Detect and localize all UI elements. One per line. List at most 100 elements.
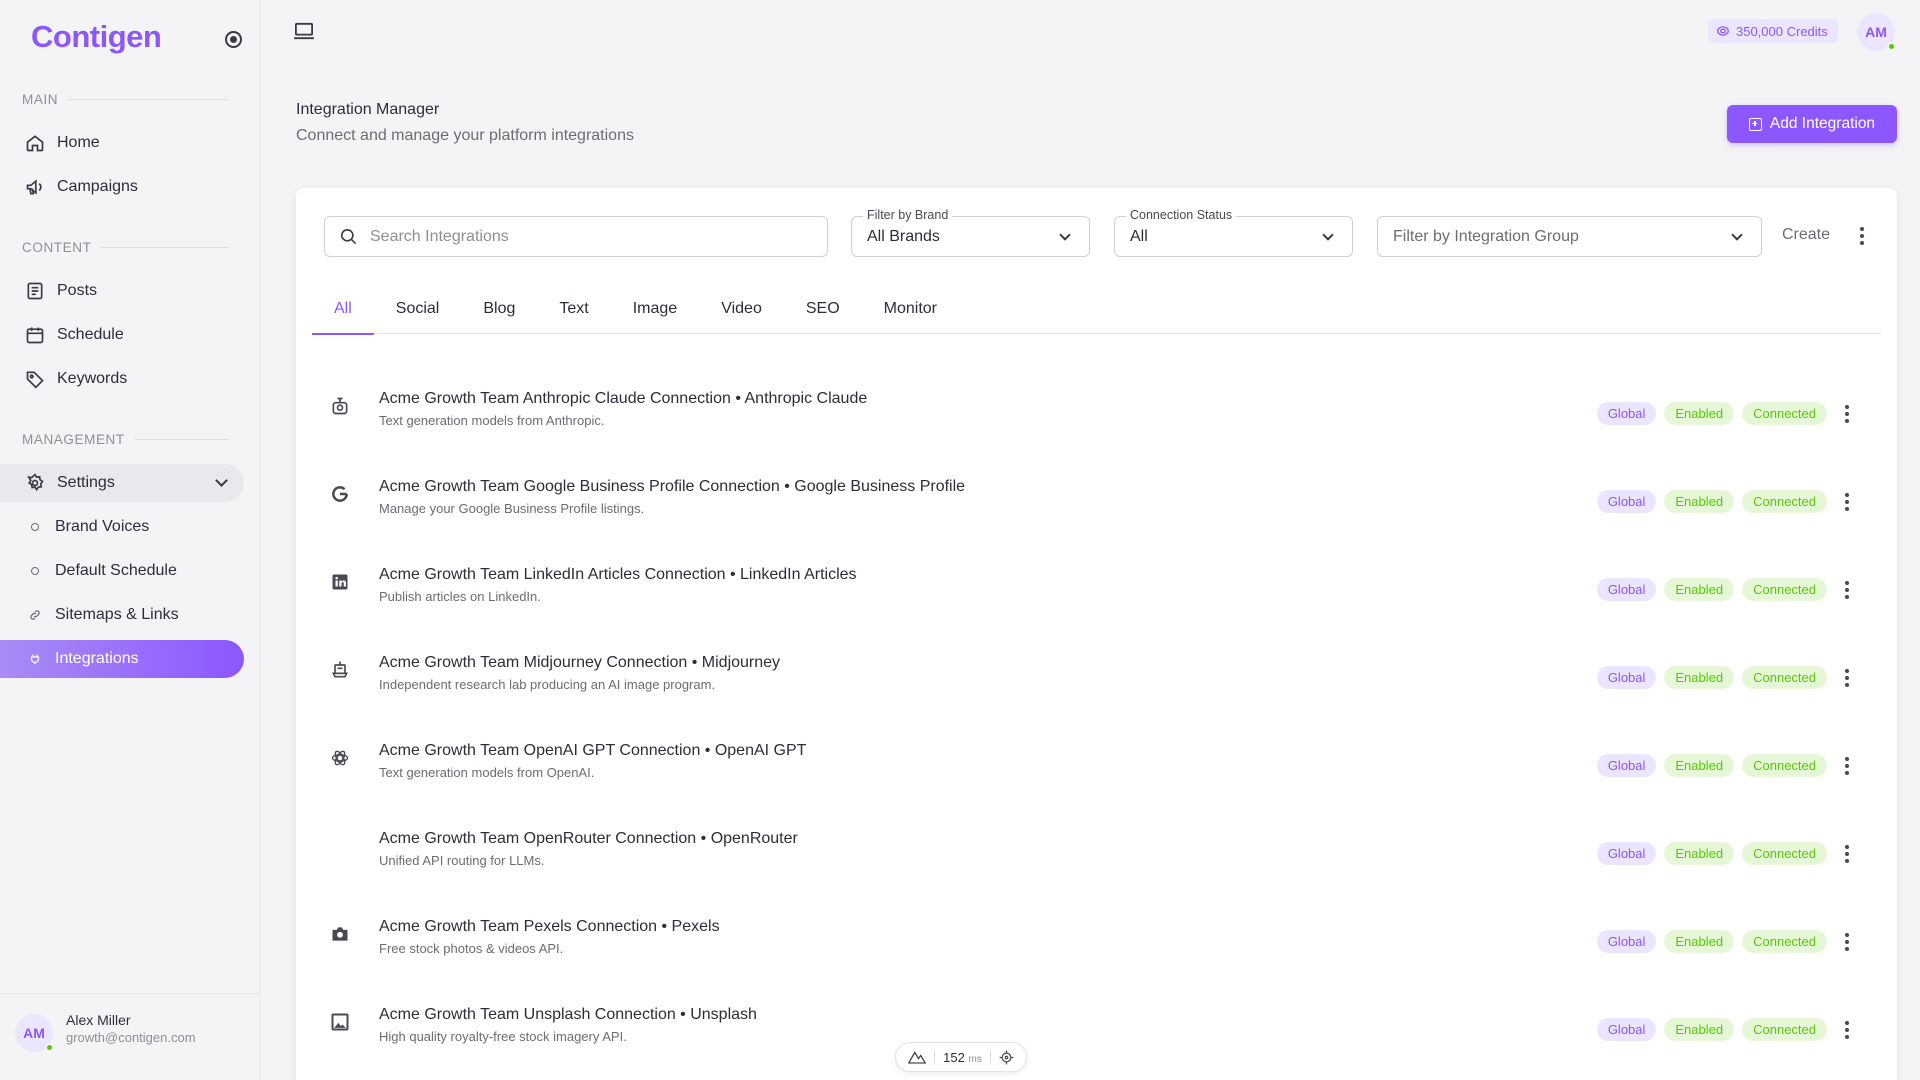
sidebar-item-label: Posts	[57, 282, 98, 299]
online-indicator	[1887, 42, 1896, 51]
avatar[interactable]: AM	[15, 1014, 54, 1052]
sidebar-user[interactable]: AM Alex Miller growth@contigen.com	[0, 993, 260, 1080]
status-badge: Connected	[1742, 1018, 1827, 1041]
integration-row[interactable]: Acme Growth Team OpenAI GPT Connection •…	[296, 724, 1897, 812]
openai-icon	[328, 746, 352, 770]
sidebar-item-home[interactable]: Home	[0, 124, 244, 162]
enabled-badge: Enabled	[1664, 402, 1735, 425]
search-box[interactable]	[324, 216, 828, 257]
integrations-card: Filter by Brand All Brands Connection St…	[296, 188, 1897, 1080]
integration-title: Acme Growth Team OpenAI GPT Connection •…	[379, 742, 807, 759]
more-vertical-icon[interactable]	[1837, 402, 1857, 426]
page-title: Integration Manager	[296, 101, 440, 118]
google-icon	[328, 482, 352, 506]
integration-title: Acme Growth Team Google Business Profile…	[379, 478, 966, 495]
sidebar-item-label: Brand Voices	[55, 518, 150, 535]
more-vertical-icon[interactable]	[1837, 578, 1857, 602]
integration-row[interactable]: Acme Growth Team Google Business Profile…	[296, 460, 1897, 548]
scope-badge: Global	[1596, 402, 1657, 425]
tab-seo[interactable]: SEO	[784, 284, 862, 334]
section-management: MANAGEMENT	[22, 432, 228, 447]
category-tabs: All Social Blog Text Image Video SEO Mon…	[312, 284, 1881, 335]
avatar[interactable]: AM	[1857, 13, 1896, 51]
mountain-icon	[908, 1051, 927, 1064]
home-icon	[24, 132, 46, 154]
integration-description: Unified API routing for LLMs.	[379, 853, 545, 868]
integration-description: Text generation models from OpenAI.	[379, 765, 595, 780]
sidebar-item-settings[interactable]: Settings	[0, 464, 244, 502]
sidebar-item-label: Sitemaps & Links	[55, 606, 179, 623]
status-badge: Connected	[1742, 754, 1827, 777]
sidebar-item-posts[interactable]: Posts	[0, 272, 244, 310]
circle-icon	[28, 564, 42, 578]
brand-logo[interactable]: Contigen	[31, 19, 162, 55]
tab-all[interactable]: All	[312, 284, 374, 335]
sidebar-item-label: Home	[57, 134, 100, 151]
sidebar-item-keywords[interactable]: Keywords	[0, 360, 244, 398]
plug-icon	[28, 652, 42, 666]
scope-badge: Global	[1596, 754, 1657, 777]
tab-video[interactable]: Video	[699, 284, 784, 334]
tab-social[interactable]: Social	[374, 284, 462, 334]
section-main: MAIN	[22, 92, 228, 107]
laptop-icon[interactable]	[293, 22, 315, 45]
sidebar-item-sitemaps[interactable]: Sitemaps & Links	[0, 596, 244, 634]
page-subtitle: Connect and manage your platform integra…	[296, 127, 634, 144]
perf-widget[interactable]: 152 ms	[895, 1042, 1027, 1072]
sidebar-pin-icon[interactable]	[225, 31, 242, 48]
scope-badge: Global	[1596, 930, 1657, 953]
circle-icon	[28, 520, 42, 534]
crosshair-icon[interactable]	[999, 1050, 1014, 1065]
enabled-badge: Enabled	[1664, 842, 1735, 865]
tab-monitor[interactable]: Monitor	[862, 284, 959, 334]
tab-blog[interactable]: Blog	[461, 284, 537, 334]
create-button[interactable]: Create	[1782, 226, 1830, 244]
more-vertical-icon[interactable]	[1837, 930, 1857, 954]
sidebar-item-brand-voices[interactable]: Brand Voices	[0, 508, 244, 546]
more-vertical-icon[interactable]	[1837, 490, 1857, 514]
coin-icon	[1717, 26, 1729, 36]
status-badge: Connected	[1742, 490, 1827, 513]
brand-filter-label: Filter by Brand	[863, 208, 953, 222]
integration-description: Publish articles on LinkedIn.	[379, 589, 541, 604]
integration-row[interactable]: Acme Growth Team LinkedIn Articles Conne…	[296, 548, 1897, 636]
brand-filter-select[interactable]: Filter by Brand All Brands	[851, 208, 1090, 257]
integration-title: Acme Growth Team Unsplash Connection • U…	[379, 1006, 757, 1023]
credits-badge[interactable]: 350,000 Credits	[1708, 19, 1838, 43]
perf-value: 152 ms	[943, 1049, 982, 1065]
integration-row[interactable]: Acme Growth Team OpenRouter Connection •…	[296, 812, 1897, 900]
integration-row[interactable]: Acme Growth Team Unsplash Connection • U…	[296, 988, 1897, 1076]
more-vertical-icon[interactable]	[1837, 842, 1857, 866]
more-vertical-icon[interactable]	[1837, 1018, 1857, 1042]
status-badge: Connected	[1742, 402, 1827, 425]
sidebar-item-default-schedule[interactable]: Default Schedule	[0, 552, 244, 590]
enabled-badge: Enabled	[1664, 490, 1735, 513]
more-vertical-icon[interactable]	[1837, 754, 1857, 778]
integration-group-select[interactable]: Filter by Integration Group	[1377, 216, 1762, 257]
search-input[interactable]	[370, 227, 800, 246]
more-vertical-icon[interactable]	[1837, 666, 1857, 690]
add-integration-button[interactable]: Add Integration	[1727, 105, 1897, 143]
chevron-down-icon	[1322, 229, 1334, 241]
tab-image[interactable]: Image	[611, 284, 699, 334]
sidebar-item-label: Keywords	[57, 370, 128, 387]
sidebar-item-integrations[interactable]: Integrations	[0, 640, 244, 678]
connection-status-select[interactable]: Connection Status All	[1114, 208, 1353, 257]
integration-description: High quality royalty-free stock imagery …	[379, 1029, 627, 1044]
enabled-badge: Enabled	[1664, 1018, 1735, 1041]
linkedin-icon	[328, 570, 352, 594]
integration-row[interactable]: Acme Growth Team Midjourney Connection •…	[296, 636, 1897, 724]
sidebar-item-schedule[interactable]: Schedule	[0, 316, 244, 354]
more-vertical-icon[interactable]	[1852, 224, 1872, 248]
scope-badge: Global	[1596, 842, 1657, 865]
document-icon	[24, 280, 46, 302]
calendar-icon	[24, 324, 46, 346]
integration-row[interactable]: Acme Growth Team Pexels Connection • Pex…	[296, 900, 1897, 988]
enabled-badge: Enabled	[1664, 578, 1735, 601]
integration-title: Acme Growth Team Anthropic Claude Connec…	[379, 390, 868, 407]
sidebar-item-campaigns[interactable]: Campaigns	[0, 168, 244, 206]
tab-text[interactable]: Text	[537, 284, 610, 334]
plus-square-icon	[1748, 117, 1762, 131]
integration-row[interactable]: Acme Growth Team Anthropic Claude Connec…	[296, 372, 1897, 460]
integration-title: Acme Growth Team Midjourney Connection •…	[379, 654, 781, 671]
